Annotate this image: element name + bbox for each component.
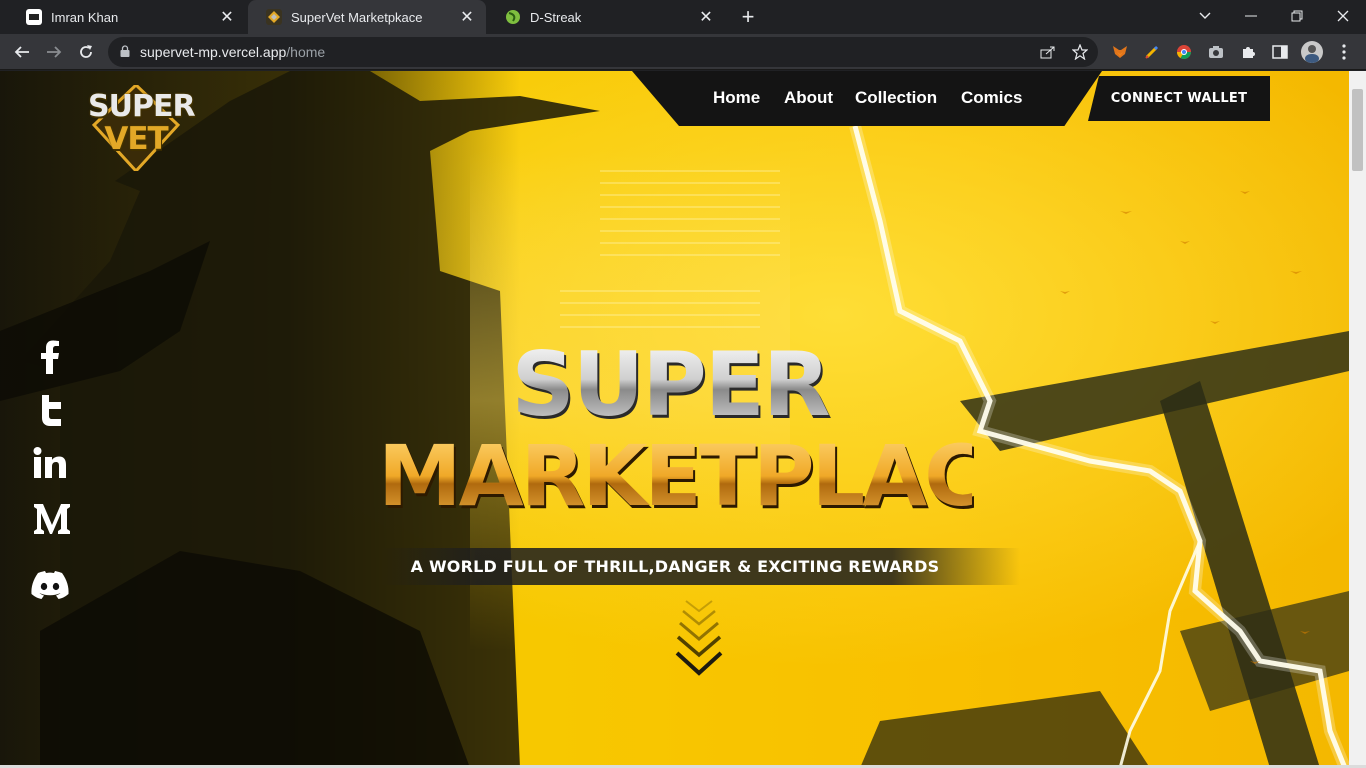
web-page: SUPER VET Home About Collection Comics C…	[0, 71, 1366, 768]
back-icon[interactable]	[8, 38, 36, 66]
metamask-icon[interactable]	[1110, 42, 1130, 62]
close-tab-icon[interactable]: ✕	[218, 8, 236, 26]
nav-collection[interactable]: Collection	[855, 88, 937, 108]
tab-imran-khan[interactable]: Imran Khan ✕	[8, 0, 246, 34]
restore-icon[interactable]	[1274, 0, 1320, 32]
scrollbar-thumb[interactable]	[1352, 89, 1363, 171]
nav-home[interactable]: Home	[713, 88, 760, 108]
tab-d-streak[interactable]: D-Streak ✕	[487, 0, 725, 34]
share-icon[interactable]	[1038, 42, 1058, 62]
kebab-menu-icon[interactable]	[1334, 42, 1354, 62]
star-icon[interactable]	[1070, 42, 1090, 62]
nav-about[interactable]: About	[784, 88, 833, 108]
linkedin-icon[interactable]	[28, 443, 72, 483]
supervet-logo[interactable]: SUPER VET	[88, 85, 196, 171]
connect-wallet-button[interactable]: CONNECT WALLET	[1088, 76, 1270, 121]
pen-icon[interactable]	[1142, 42, 1162, 62]
minimize-icon[interactable]	[1228, 0, 1274, 32]
address-bar[interactable]: supervet-mp.vercel.app/home	[108, 37, 1098, 67]
close-tab-icon[interactable]: ✕	[697, 8, 715, 26]
url-host: supervet-mp.vercel.app	[140, 44, 287, 60]
close-icon[interactable]	[1320, 0, 1366, 32]
medium-icon[interactable]	[30, 499, 74, 539]
lock-icon	[120, 44, 130, 60]
logo-line-2: VET	[104, 121, 168, 157]
logo-line-1: SUPER	[88, 89, 196, 124]
browser-toolbar: supervet-mp.vercel.app/home	[0, 34, 1366, 70]
tab-title: Imran Khan	[51, 9, 119, 25]
hero-title-super: SUPER	[480, 333, 860, 436]
hero-section: SUPER VET Home About Collection Comics C…	[0, 71, 1349, 768]
hero-title-marketplace: MARKETPLACE	[378, 427, 1040, 525]
sidepanel-icon[interactable]	[1270, 42, 1290, 62]
new-tab-button[interactable]: +	[734, 4, 762, 30]
chevron-down-icon[interactable]	[1182, 0, 1228, 32]
facebook-icon[interactable]	[28, 337, 72, 377]
tab-strip: Imran Khan ✕ SuperVet Marketpkace ✕ D-St…	[0, 0, 1366, 34]
twitter-icon[interactable]	[28, 390, 72, 430]
profile-avatar[interactable]	[1301, 41, 1323, 63]
nav-comics[interactable]: Comics	[961, 88, 1022, 108]
tab-title: SuperVet Marketpkace	[291, 9, 423, 25]
tab-title: D-Streak	[530, 9, 582, 25]
page-scrollbar[interactable]	[1349, 71, 1366, 768]
supervet-favicon	[266, 9, 282, 25]
imran-khan-favicon	[26, 9, 42, 25]
scroll-down-chevron-icon[interactable]	[674, 597, 724, 687]
forward-icon[interactable]	[40, 38, 68, 66]
tab-supervet[interactable]: SuperVet Marketpkace ✕	[248, 0, 486, 34]
chrome-circle-icon[interactable]	[1174, 42, 1194, 62]
close-tab-icon[interactable]: ✕	[458, 8, 476, 26]
hero-tagline: A WORLD FULL OF THRILL,DANGER & EXCITING…	[410, 557, 940, 576]
camera-icon[interactable]	[1206, 42, 1226, 62]
discord-icon[interactable]	[28, 565, 72, 605]
url-path: /home	[286, 44, 326, 60]
reload-icon[interactable]	[72, 38, 100, 66]
d-streak-favicon	[505, 9, 521, 25]
puzzle-icon[interactable]	[1238, 42, 1258, 62]
